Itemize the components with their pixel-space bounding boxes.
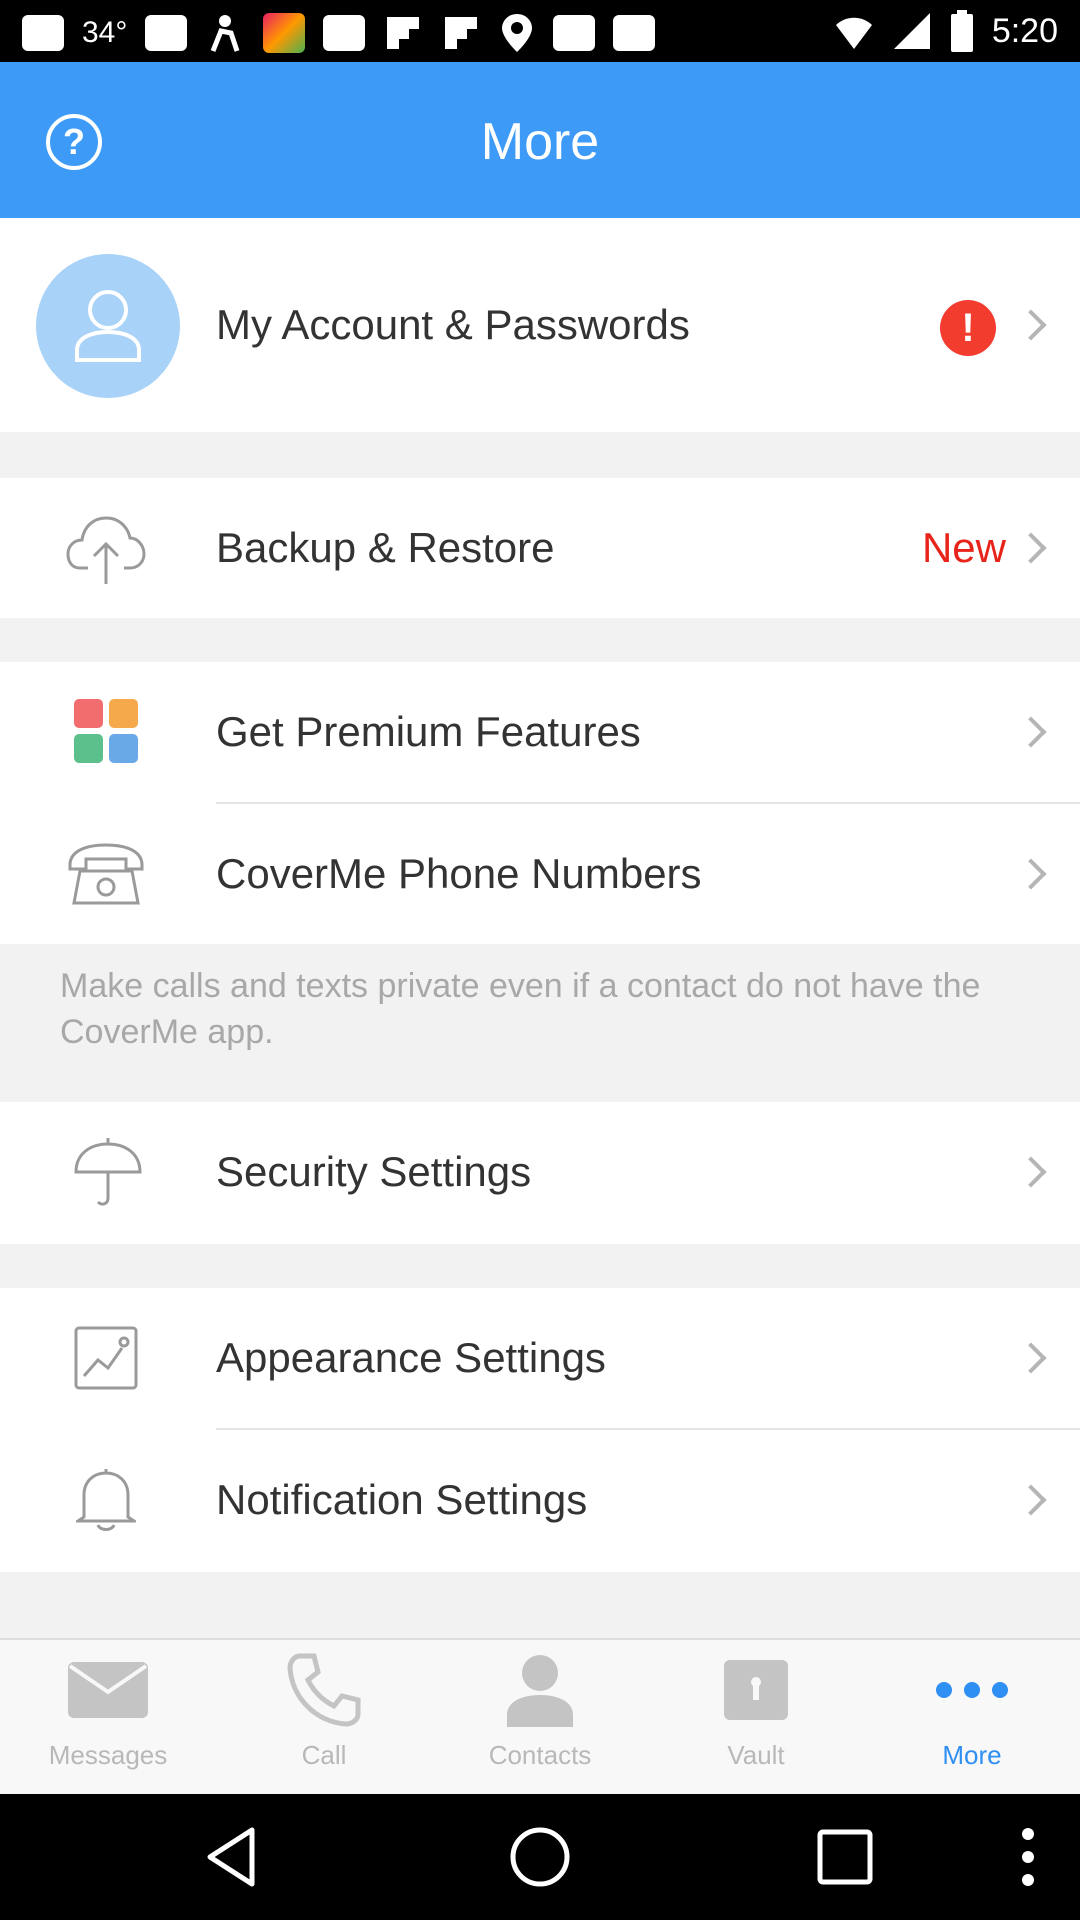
telephone-icon bbox=[68, 843, 144, 905]
signal-icon bbox=[893, 13, 930, 49]
chat-notification-icon bbox=[22, 15, 64, 51]
notification-icon bbox=[613, 15, 656, 51]
bell-icon bbox=[76, 1469, 136, 1531]
person-icon bbox=[505, 1640, 575, 1740]
flipboard-icon bbox=[387, 17, 420, 49]
phone-icon bbox=[286, 1640, 362, 1740]
security-label: Security Settings bbox=[216, 1148, 532, 1195]
activity-icon bbox=[211, 15, 240, 52]
umbrella-icon bbox=[74, 1138, 142, 1206]
home-icon[interactable] bbox=[505, 1822, 575, 1892]
appearance-group: Appearance Settings Notification Setting… bbox=[0, 1288, 1080, 1572]
chevron-right-icon bbox=[1015, 1484, 1047, 1516]
tab-label: Messages bbox=[48, 1740, 168, 1770]
tab-messages[interactable]: Messages bbox=[0, 1640, 216, 1796]
premium-row[interactable]: Get Premium Features bbox=[0, 662, 1080, 802]
system-nav-bar bbox=[0, 1794, 1080, 1920]
flipboard-icon bbox=[445, 17, 478, 49]
account-group: My Account & Passwords ! bbox=[0, 218, 1080, 432]
apps-grid-icon bbox=[74, 699, 138, 763]
vault-icon bbox=[722, 1640, 790, 1740]
account-row[interactable]: My Account & Passwords ! bbox=[0, 218, 1080, 432]
chevron-right-icon bbox=[1015, 1342, 1047, 1374]
back-icon[interactable] bbox=[200, 1822, 270, 1892]
pop-app-icon bbox=[263, 13, 306, 53]
more-icon bbox=[934, 1640, 1010, 1740]
chevron-right-icon bbox=[1015, 309, 1047, 341]
wifi-icon bbox=[835, 17, 872, 49]
tab-label: More bbox=[942, 1740, 1002, 1770]
status-bar: 34° 5:20 bbox=[0, 0, 1080, 62]
envelope-icon bbox=[66, 1640, 150, 1740]
phone-numbers-row[interactable]: CoverMe Phone Numbers bbox=[0, 804, 1080, 944]
premium-label: Get Premium Features bbox=[216, 708, 641, 755]
tab-label: Vault bbox=[727, 1740, 785, 1770]
status-notification-icons: 34° bbox=[22, 12, 656, 54]
page-title: More bbox=[480, 113, 600, 171]
status-right: 5:20 bbox=[834, 10, 1058, 52]
appearance-label: Appearance Settings bbox=[216, 1334, 606, 1381]
backup-group: Backup & Restore New bbox=[0, 478, 1080, 618]
phone-numbers-label: CoverMe Phone Numbers bbox=[216, 850, 702, 897]
security-row[interactable]: Security Settings bbox=[0, 1102, 1080, 1242]
alert-badge: ! bbox=[940, 300, 996, 356]
appearance-row[interactable]: Appearance Settings bbox=[0, 1288, 1080, 1428]
tab-more[interactable]: More bbox=[864, 1640, 1080, 1796]
settings-list: My Account & Passwords ! Backup & Restor… bbox=[0, 218, 1080, 1638]
account-label: My Account & Passwords bbox=[216, 301, 690, 348]
avatar bbox=[36, 254, 180, 398]
clock-text: 5:20 bbox=[991, 11, 1058, 50]
person-icon bbox=[75, 290, 141, 362]
chevron-right-icon bbox=[1015, 1156, 1047, 1188]
tab-contacts[interactable]: Contacts bbox=[432, 1640, 648, 1796]
security-group: Security Settings bbox=[0, 1102, 1080, 1244]
premium-group: Get Premium Features CoverMe Phone Numbe… bbox=[0, 662, 1080, 944]
backup-label: Backup & Restore bbox=[216, 524, 555, 571]
notification-row[interactable]: Notification Settings bbox=[0, 1430, 1080, 1570]
overflow-menu-icon[interactable] bbox=[1000, 1822, 1056, 1892]
phone-numbers-note: Make calls and texts private even if a c… bbox=[60, 967, 981, 1051]
tab-call[interactable]: Call bbox=[216, 1640, 432, 1796]
notification-label: Notification Settings bbox=[216, 1476, 588, 1523]
chevron-right-icon bbox=[1015, 716, 1047, 748]
notification-icon bbox=[323, 15, 366, 51]
recent-apps-icon[interactable] bbox=[810, 1822, 880, 1892]
tab-label: Contacts bbox=[488, 1740, 592, 1770]
notification-icon bbox=[553, 15, 596, 51]
battery-icon bbox=[950, 10, 973, 52]
temperature-text: 34° bbox=[82, 16, 128, 49]
tab-vault[interactable]: Vault bbox=[648, 1640, 864, 1796]
cloud-upload-icon bbox=[66, 516, 146, 584]
chevron-right-icon bbox=[1015, 858, 1047, 890]
notification-icon bbox=[145, 15, 188, 51]
location-icon bbox=[502, 14, 533, 52]
backup-row[interactable]: Backup & Restore New bbox=[0, 478, 1080, 618]
tab-label: Call bbox=[301, 1740, 347, 1770]
new-badge: New bbox=[921, 524, 1006, 571]
bottom-tab-bar: Messages Call Contacts Vault More bbox=[0, 1638, 1080, 1794]
app-header: ? More bbox=[0, 62, 1080, 218]
picture-icon bbox=[74, 1326, 138, 1390]
chevron-right-icon bbox=[1015, 532, 1047, 564]
